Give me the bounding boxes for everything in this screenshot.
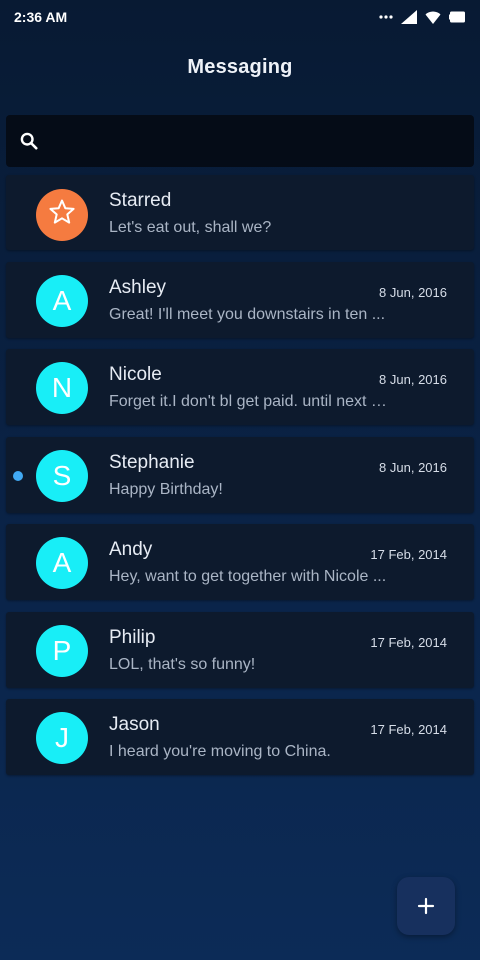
message-date: 8 Jun, 2016	[379, 372, 447, 387]
contact-name: Philip	[109, 626, 156, 648]
page-title: Messaging	[187, 56, 293, 78]
battery-icon	[449, 11, 466, 23]
status-time: 2:36 AM	[14, 9, 68, 25]
plus-icon	[417, 897, 435, 915]
message-date: 17 Feb, 2014	[370, 722, 447, 737]
contact-name: Andy	[109, 539, 153, 560]
avatar: N	[36, 362, 88, 414]
wifi-icon	[425, 11, 441, 24]
contact-name: Starred	[109, 190, 172, 211]
more-dots-icon	[379, 14, 393, 20]
avatar: J	[36, 712, 88, 764]
conversation-item-starred[interactable]: Starred Let's eat out, shall we?	[6, 175, 474, 250]
avatar: A	[36, 537, 88, 589]
search-bar[interactable]	[6, 114, 474, 168]
contact-name: Nicole	[109, 364, 162, 385]
conversation-item-philip[interactable]: P Philip 17 Feb, 2014 LOL, that's so fun…	[6, 611, 474, 688]
contact-name: Stephanie	[109, 451, 195, 473]
conversation-item-andy[interactable]: A Andy 17 Feb, 2014 Hey, want to get tog…	[6, 524, 474, 600]
message-snippet: Hey, want to get together with Nicole ..…	[109, 568, 387, 585]
contact-name: Jason	[109, 714, 160, 735]
conversation-item-stephanie[interactable]: S Stephanie 8 Jun, 2016 Happy Birthday!	[6, 436, 474, 513]
message-date: 8 Jun, 2016	[379, 284, 447, 300]
message-snippet: I heard you're moving to China.	[109, 743, 331, 760]
search-icon[interactable]	[20, 132, 38, 150]
conversation-list: Starred Let's eat out, shall we? A Ashle…	[6, 175, 474, 787]
new-message-button[interactable]	[397, 877, 455, 935]
conversation-item-jason[interactable]: J Jason 17 Feb, 2014 I heard you're movi…	[6, 699, 474, 775]
avatar: A	[36, 274, 88, 327]
status-bar: 2:36 AM	[0, 0, 480, 34]
signal-icon	[401, 10, 417, 24]
message-snippet: Great! I'll meet you downstairs in ten .…	[109, 305, 386, 323]
starred-avatar	[36, 189, 88, 241]
star-icon	[48, 198, 76, 233]
message-snippet: Let's eat out, shall we?	[109, 219, 272, 236]
message-date: 17 Feb, 2014	[370, 634, 447, 650]
message-date: 8 Jun, 2016	[379, 459, 447, 475]
message-snippet: LOL, that's so funny!	[109, 655, 256, 673]
conversation-item-nicole[interactable]: N Nicole 8 Jun, 2016 Forget it.I don't b…	[6, 349, 474, 425]
message-snippet: Happy Birthday!	[109, 480, 223, 498]
avatar: P	[36, 624, 88, 677]
contact-name: Ashley	[109, 276, 167, 298]
message-date: 17 Feb, 2014	[370, 547, 447, 562]
status-icons	[379, 10, 466, 24]
search-input[interactable]	[38, 114, 474, 168]
message-snippet: Forget it.I don't bl get paid. until nex…	[109, 393, 391, 410]
avatar: S	[36, 449, 88, 502]
unread-indicator	[13, 470, 23, 481]
conversation-item-ashley[interactable]: A Ashley 8 Jun, 2016 Great! I'll meet yo…	[6, 261, 474, 338]
